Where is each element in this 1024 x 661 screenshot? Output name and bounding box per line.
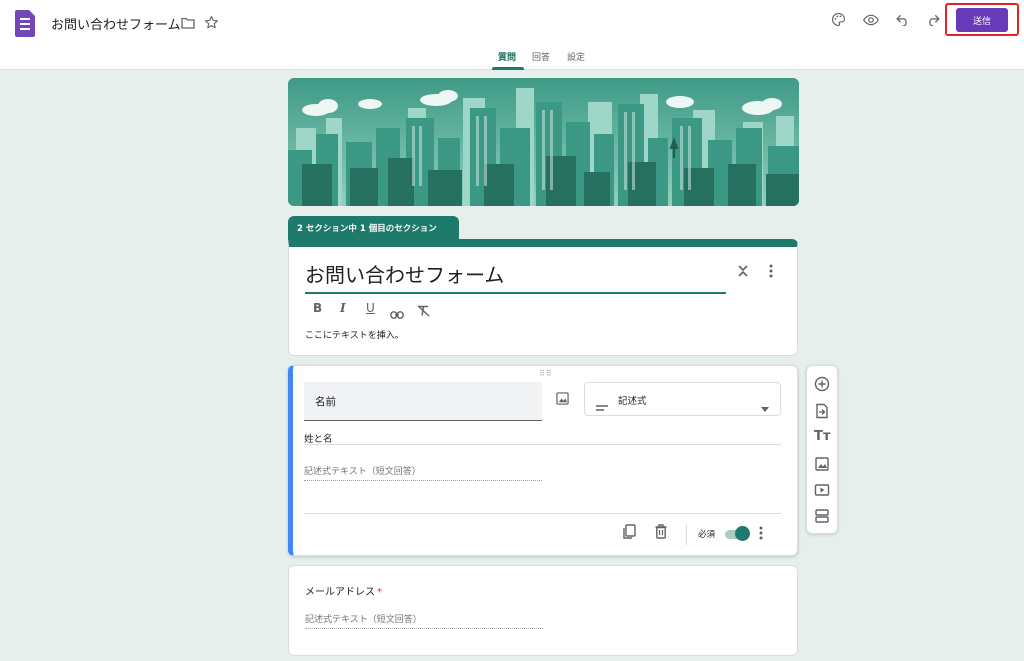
redo-icon[interactable]	[925, 11, 941, 28]
drag-handle-icon[interactable]: ⠿⠿	[539, 369, 553, 378]
italic-icon[interactable]: I	[340, 301, 346, 315]
description-underline	[304, 444, 781, 445]
star-icon[interactable]	[203, 14, 219, 30]
section-label-tab: 2 セクション中 1 個目のセクション	[288, 216, 459, 240]
question-description[interactable]: 姓と名	[304, 431, 333, 445]
short-answer-placeholder: 記述式テキスト（短文回答）	[304, 467, 421, 477]
add-question-icon[interactable]	[814, 376, 830, 396]
forms-logo-icon[interactable]	[15, 10, 35, 37]
header-banner-image	[288, 78, 799, 206]
question-title: 名前	[315, 396, 336, 408]
short-answer-placeholder: 記述式テキスト（短文回答）	[305, 615, 422, 625]
tab-responses[interactable]: 回答	[532, 50, 550, 63]
form-title[interactable]: お問い合わせフォーム	[305, 259, 504, 288]
preview-eye-icon[interactable]	[862, 11, 880, 28]
add-title-icon[interactable]: Tт	[814, 429, 830, 444]
short-answer-icon	[596, 396, 608, 415]
chevron-down-icon	[761, 397, 769, 416]
add-section-icon[interactable]	[814, 508, 830, 528]
underline-icon[interactable]: U	[366, 301, 375, 315]
footer-vertical-divider	[686, 524, 687, 545]
bold-icon[interactable]: B	[313, 301, 322, 315]
document-title[interactable]: お問い合わせフォーム	[51, 14, 181, 33]
required-asterisk: *	[377, 587, 382, 598]
form-title-card[interactable]: お問い合わせフォーム B I U ここにテキストを挿入。	[288, 239, 798, 356]
question-title-field[interactable]: 名前	[304, 382, 542, 421]
clear-format-icon[interactable]	[417, 302, 430, 321]
duplicate-icon[interactable]	[622, 524, 636, 544]
send-button[interactable]: 送信	[956, 8, 1008, 32]
folder-icon[interactable]	[180, 15, 196, 31]
question-title: メールアドレス *	[305, 583, 382, 598]
title-underline	[305, 292, 726, 294]
link-icon[interactable]	[390, 304, 404, 323]
delete-icon[interactable]	[655, 524, 667, 543]
add-video-icon[interactable]	[814, 482, 830, 502]
question-type-dropdown[interactable]: 記述式	[584, 382, 781, 416]
question-title-text: メールアドレス	[305, 587, 375, 598]
question-card-name[interactable]: ⠿⠿ 名前 記述式 姓と名 記述式テキスト（短文回答） 必須	[288, 365, 798, 556]
editor-tabs: 質問 回答 設定	[0, 50, 1024, 70]
palette-icon[interactable]	[830, 11, 847, 28]
question-more-options-icon[interactable]	[759, 525, 763, 544]
active-tab-indicator	[492, 67, 524, 70]
question-type-label: 記述式	[618, 396, 647, 407]
form-description[interactable]: ここにテキストを挿入。	[305, 328, 404, 341]
required-label: 必須	[698, 530, 716, 540]
tab-settings[interactable]: 設定	[567, 50, 585, 63]
section-more-options-icon[interactable]	[769, 263, 773, 282]
collapse-section-icon[interactable]	[737, 263, 749, 282]
question-footer-divider	[304, 513, 781, 514]
undo-icon[interactable]	[895, 11, 911, 28]
top-bar: お問い合わせフォーム 送信 質問 回答 設定	[0, 0, 1024, 70]
answer-underline	[304, 480, 542, 481]
import-questions-icon[interactable]	[814, 403, 830, 423]
required-toggle-knob[interactable]	[735, 526, 750, 541]
add-image-to-question-icon[interactable]	[556, 390, 569, 409]
question-card-email[interactable]: メールアドレス * 記述式テキスト（短文回答）	[288, 565, 798, 656]
answer-underline	[305, 628, 543, 629]
floating-side-toolbar: Tт	[806, 365, 838, 534]
add-image-icon[interactable]	[814, 456, 830, 476]
tab-questions[interactable]: 質問	[498, 50, 516, 63]
